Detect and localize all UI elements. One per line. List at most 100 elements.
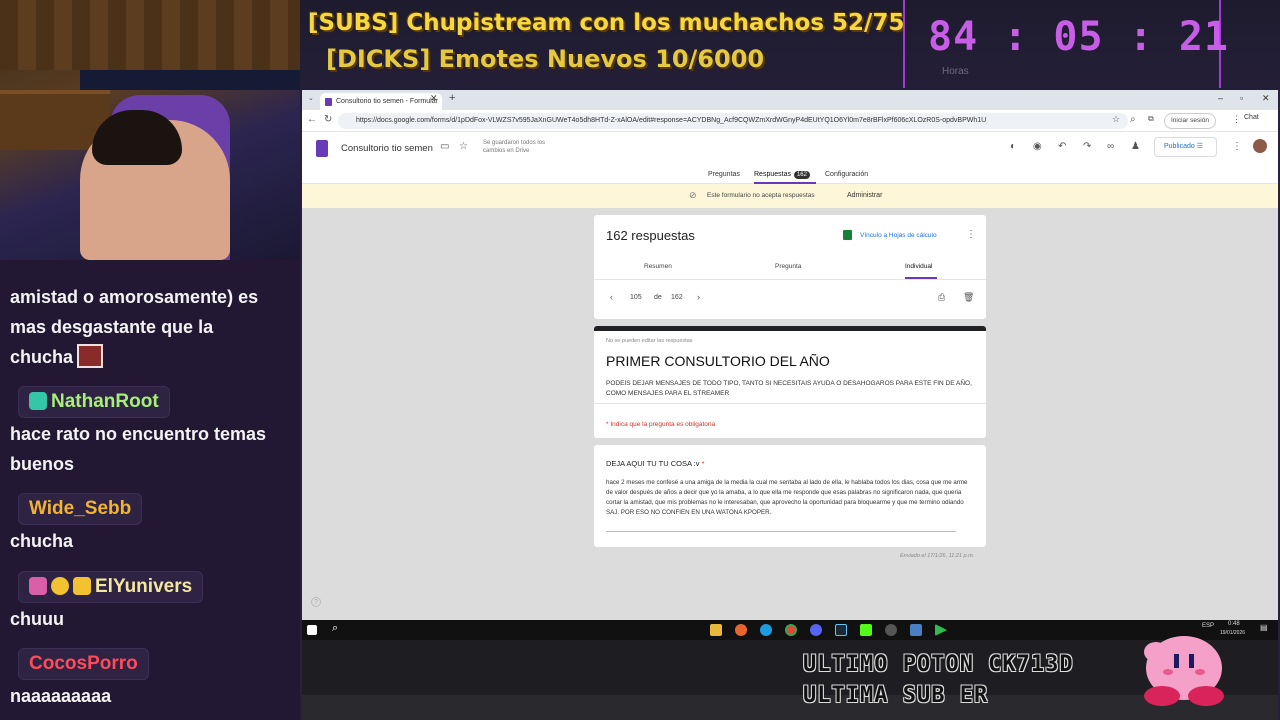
url-text: https://docs.google.com/forms/d/1pDdFox-… xyxy=(356,117,987,124)
chat-panel: amistad o amorosamente) es mas desgastan… xyxy=(0,260,300,720)
previous-response-icon[interactable]: ‹ xyxy=(610,292,613,302)
maximize-icon[interactable]: ▫ xyxy=(1240,93,1243,103)
notifications-icon[interactable]: ▤ xyxy=(1260,623,1268,632)
forms-logo-icon xyxy=(316,140,328,157)
file-explorer-icon[interactable] xyxy=(710,624,722,636)
form-name[interactable]: Consultorio tio semen xyxy=(341,143,433,154)
menu-icon[interactable]: ⋮ xyxy=(1232,114,1241,125)
chat-username-chip[interactable]: ElYunivers xyxy=(18,571,204,603)
chat-message: chuuu xyxy=(10,604,64,634)
chat-message-line: hace rato no encuentro temas xyxy=(10,424,267,444)
obs-icon[interactable] xyxy=(885,624,897,636)
close-tab-icon[interactable]: ✕ xyxy=(430,93,438,104)
clock-time[interactable]: 0:48 xyxy=(1228,621,1240,627)
language-indicator[interactable]: ESP xyxy=(1202,623,1214,629)
not-accepting-banner: ⊘ Este formulario no acepta respuestas A… xyxy=(302,184,1278,208)
chat-username: NathanRoot xyxy=(51,391,159,412)
form-description: PODEIS DEJAR MENSAJES DE TODO TIPO, TANT… xyxy=(606,380,972,397)
published-button[interactable]: Publicado ☰ xyxy=(1154,137,1217,157)
published-label: Publicado xyxy=(1164,143,1195,150)
question-text: DEJA AQUI TU TU COSA :v xyxy=(606,459,700,468)
chrome-icon[interactable] xyxy=(785,624,797,636)
webcam-feed xyxy=(0,0,300,260)
more-options-icon[interactable]: ⋮ xyxy=(966,229,976,240)
add-collaborator-icon[interactable]: ♟ xyxy=(1131,141,1140,152)
star-icon[interactable]: ☆ xyxy=(459,141,468,152)
last-sub-alert: ULTIMA SUB ER xyxy=(803,683,989,708)
browser-tab[interactable]: Consultorio tio semen - Formular xyxy=(320,93,442,110)
back-icon[interactable]: ← xyxy=(307,114,317,125)
sheets-icon xyxy=(843,230,852,240)
play-icon[interactable] xyxy=(935,624,947,636)
divider xyxy=(594,279,986,280)
forms-favicon-icon xyxy=(325,98,332,106)
answer-text: hace 2 meses me confesé a una amiga de l… xyxy=(606,479,968,516)
question-title: DEJA AQUI TU TU COSA :v * xyxy=(606,459,705,468)
search-icon[interactable]: ⌕ xyxy=(332,622,338,635)
responses-count-title: 162 respuestas xyxy=(606,228,695,243)
link-to-sheets-button[interactable]: Vínculo a Hojas de cálculo xyxy=(860,232,937,239)
extensions-icon[interactable]: ⧉ xyxy=(1148,114,1154,124)
chat-message-line: mas desgastante que la xyxy=(10,317,214,337)
firefox-icon[interactable] xyxy=(735,624,747,636)
tab-individual[interactable]: Individual xyxy=(905,263,932,270)
avatar[interactable] xyxy=(1253,139,1267,153)
steam-icon[interactable] xyxy=(835,624,847,636)
start-icon[interactable] xyxy=(307,625,317,635)
reload-icon[interactable]: ↻ xyxy=(324,114,332,125)
browser-window: ⌄ Consultorio tio semen - Formular ✕ + –… xyxy=(302,90,1278,620)
tab-list-icon[interactable]: ⌄ xyxy=(308,94,314,102)
print-icon[interactable]: ⎙ xyxy=(938,292,945,303)
chat-message-line: chucha xyxy=(10,531,74,551)
kick-icon[interactable] xyxy=(860,624,872,636)
undo-icon[interactable]: ↶ xyxy=(1058,141,1066,152)
tab-questions[interactable]: Preguntas xyxy=(708,171,740,178)
app-icon[interactable] xyxy=(910,624,922,636)
webcam-background-roof xyxy=(0,0,300,70)
tab-settings[interactable]: Configuración xyxy=(825,171,868,178)
next-response-icon[interactable]: › xyxy=(697,292,700,302)
search-icon[interactable]: ⌕ xyxy=(1130,114,1136,125)
tab-strip: ⌄ Consultorio tio semen - Formular ✕ + –… xyxy=(302,90,1278,110)
tab-question[interactable]: Pregunta xyxy=(775,263,801,270)
preview-eye-icon[interactable]: ◉ xyxy=(1033,141,1042,152)
required-star: * xyxy=(701,459,705,468)
help-icon[interactable]: ? xyxy=(311,597,321,607)
edge-icon[interactable] xyxy=(760,624,772,636)
sign-in-button[interactable]: Iniciar sesión xyxy=(1164,113,1216,129)
redo-icon[interactable]: ↷ xyxy=(1083,141,1091,152)
folder-icon[interactable]: ▭ xyxy=(440,141,449,152)
emote-icon xyxy=(77,344,104,368)
bookmark-star-icon[interactable]: ☆ xyxy=(1112,114,1120,125)
chat-message-line: amistad o amorosamente) es xyxy=(10,287,259,307)
chat-message-line: buenos xyxy=(10,454,75,474)
url-field[interactable]: https://docs.google.com/forms/d/1pDdFox-… xyxy=(338,113,1128,129)
delete-icon[interactable]: 🗑 xyxy=(963,292,974,303)
forms-header: Consultorio tio semen ▭ ☆ Se guardaron t… xyxy=(302,132,1278,184)
form-title: PRIMER CONSULTORIO DEL AÑO xyxy=(606,353,830,369)
discord-icon[interactable] xyxy=(810,624,822,636)
dicks-goal-text: [DICKS] Emotes Nuevos 10/6000 xyxy=(326,45,765,73)
tab-title: Consultorio tio semen - Formular xyxy=(336,98,438,105)
more-options-icon[interactable]: ⋮ xyxy=(1232,141,1242,152)
close-window-icon[interactable]: ✕ xyxy=(1262,93,1270,104)
tab-responses[interactable]: Respuestas 162 xyxy=(754,171,810,179)
chat-username-chip[interactable]: CocosPorro xyxy=(18,648,149,680)
chat-button[interactable]: Chat xyxy=(1244,114,1259,121)
chat-username-chip[interactable]: NathanRoot xyxy=(18,386,170,418)
new-tab-icon[interactable]: + xyxy=(449,92,455,104)
chat-message-line: chucha xyxy=(10,347,74,367)
last-donation-alert: ULTIMO POTON CK713D xyxy=(803,652,1074,677)
divider xyxy=(594,403,986,404)
banner-text: Este formulario no acepta respuestas xyxy=(707,192,815,199)
manage-button[interactable]: Administrar xyxy=(847,192,882,199)
timer-hours-label: Horas xyxy=(942,66,969,77)
of-label: de xyxy=(654,294,662,301)
tab-summary[interactable]: Resumen xyxy=(644,263,672,270)
chat-username-chip[interactable]: Wide_Sebb xyxy=(18,493,143,525)
current-response-number[interactable]: 105 xyxy=(630,294,642,301)
link-icon[interactable]: ∞ xyxy=(1107,141,1114,152)
palette-icon[interactable]: ◐ xyxy=(1010,141,1016,152)
form-header-card: No se pueden editar las respuestas PRIME… xyxy=(594,326,986,438)
minimize-icon[interactable]: – xyxy=(1218,93,1223,103)
